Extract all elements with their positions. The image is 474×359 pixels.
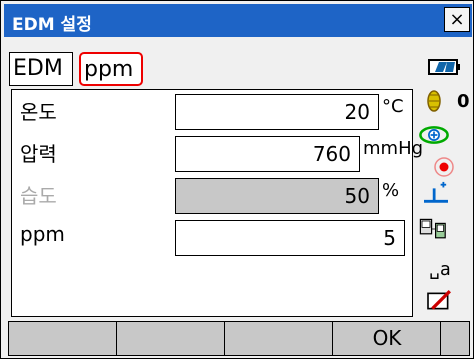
window-title: EDM 설정: [12, 15, 92, 35]
ok-button[interactable]: OK: [332, 321, 442, 356]
ppm-label: ppm: [20, 222, 65, 246]
status-sidebar: 0 ␣a: [415, 49, 474, 319]
title-bar: EDM 설정 ×: [4, 4, 472, 37]
temperature-label: 온도: [20, 100, 57, 124]
temperature-field[interactable]: 20: [175, 94, 379, 130]
device-icon: [419, 218, 446, 239]
humidity-label: 습도: [20, 184, 57, 208]
settings-panel: 온도 20 °C 압력 760 mmHg 습도 50 % ppm 5: [11, 89, 423, 317]
page-button[interactable]: [440, 321, 470, 356]
humidity-row: 습도 50 %: [12, 174, 412, 214]
tab-ppm[interactable]: ppm: [79, 52, 143, 86]
tab-edm[interactable]: EDM: [9, 52, 73, 86]
f1-button[interactable]: [8, 321, 118, 356]
f3-button[interactable]: [224, 321, 334, 356]
humidity-unit: %: [382, 180, 400, 201]
close-button[interactable]: ×: [444, 7, 470, 32]
f2-button[interactable]: [116, 321, 226, 356]
input-mode-icon: ␣a: [429, 259, 451, 280]
edm-settings-window: EDM 설정 × EDM ppm 온도 20 °C 압력 760 mmHg 습도…: [0, 0, 474, 359]
signal-icon: [434, 157, 454, 177]
ppm-field[interactable]: 5: [175, 220, 405, 256]
pen-icon: [427, 290, 451, 310]
pressure-label: 압력: [20, 142, 57, 166]
tilt-icon: [424, 181, 448, 203]
laser-icon: [419, 126, 449, 144]
humidity-field: 50: [175, 178, 379, 214]
pressure-row: 압력 760 mmHg: [12, 132, 423, 172]
constant-value: 0: [457, 91, 470, 112]
target-icon: [427, 90, 441, 112]
battery-icon: [428, 59, 460, 75]
ppm-row: ppm 5: [12, 216, 412, 256]
temperature-row: 온도 20 °C: [12, 90, 412, 130]
temperature-unit: °C: [382, 96, 404, 117]
function-key-bar: OK: [8, 321, 470, 356]
pressure-field[interactable]: 760: [175, 136, 360, 172]
